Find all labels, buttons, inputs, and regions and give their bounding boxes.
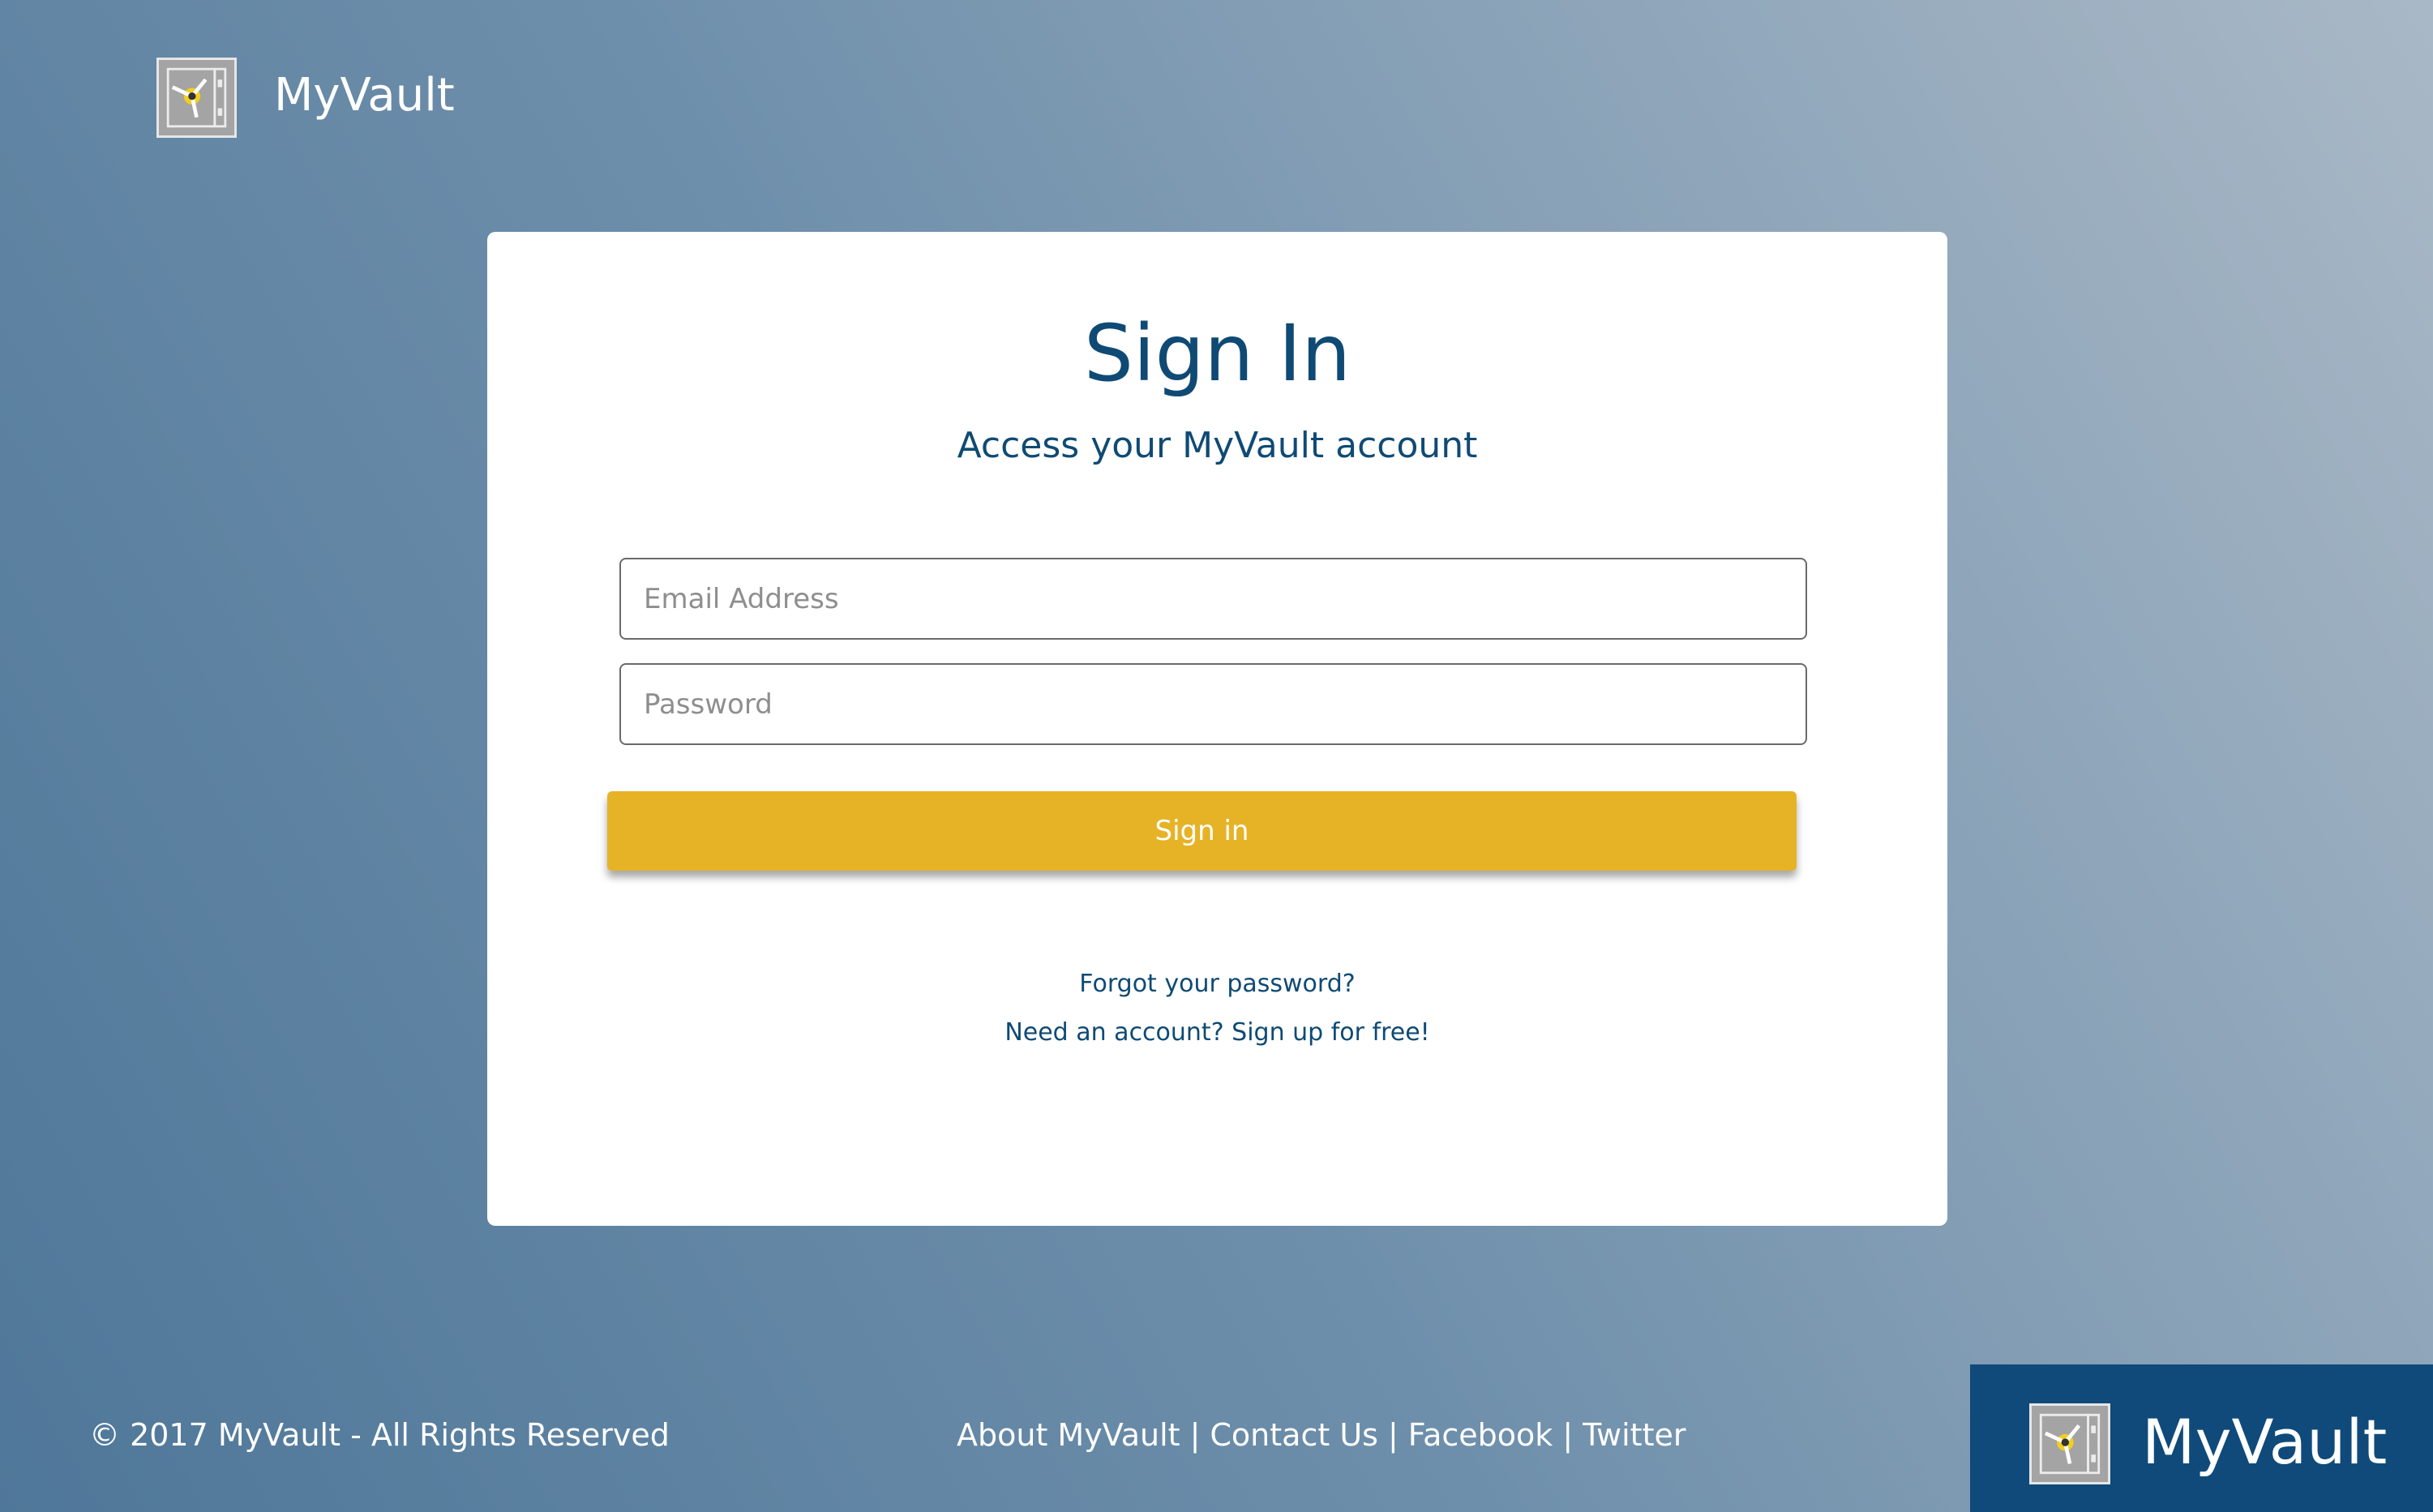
password-field[interactable] — [619, 663, 1807, 745]
footer-links: About MyVault | Contact Us | Facebook | Twitte… — [957, 1412, 1686, 1458]
signin-card: Sign In Access your MyVault account Sign… — [487, 232, 1947, 1226]
signup-link[interactable]: Need an account? Sign up for free! — [487, 1015, 1947, 1051]
footer-link-contact[interactable]: Contact Us — [1210, 1417, 1378, 1453]
footer-link-twitter[interactable]: Twitter — [1583, 1417, 1686, 1453]
vault-logo-icon[interactable] — [156, 58, 237, 138]
footer-link-facebook[interactable]: Facebook — [1408, 1417, 1553, 1453]
signin-button[interactable]: Sign in — [607, 791, 1797, 871]
vault-dial-icon — [2039, 1413, 2101, 1475]
vault-logo-icon — [2029, 1403, 2110, 1484]
footer-separator: | — [1562, 1417, 1574, 1453]
email-field[interactable] — [619, 558, 1807, 640]
footer-separator: | — [1189, 1417, 1201, 1453]
footer-brand-box[interactable]: MyVault — [1970, 1364, 2433, 1512]
page-subtitle: Access your MyVault account — [957, 425, 1478, 466]
footer-brand-name: MyVault — [2142, 1406, 2388, 1478]
footer-separator: | — [1387, 1417, 1399, 1453]
forgot-password-link[interactable]: Forgot your password? — [487, 966, 1947, 1002]
brand-name[interactable]: MyVault — [274, 63, 455, 128]
vault-dial-icon — [166, 67, 227, 128]
page-title: Sign In — [1083, 308, 1351, 399]
footer-copyright: © 2017 MyVault - All Rights Reserved — [89, 1417, 670, 1453]
footer-link-about[interactable]: About MyVault — [957, 1417, 1180, 1453]
